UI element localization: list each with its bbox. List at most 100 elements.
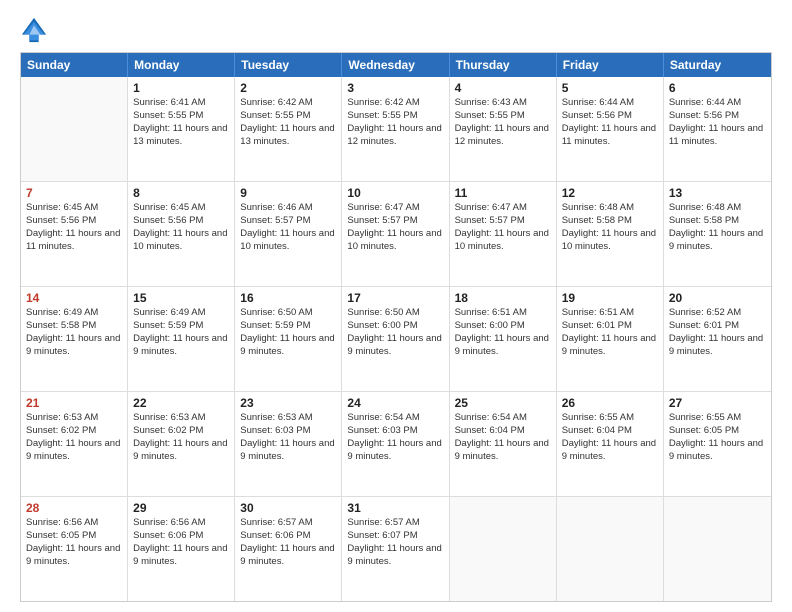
daylight-text: Daylight: 11 hours and 9 minutes. bbox=[455, 438, 551, 464]
daylight-text: Daylight: 11 hours and 12 minutes. bbox=[347, 123, 443, 149]
sunset-text: Sunset: 6:05 PM bbox=[26, 530, 122, 543]
sunset-text: Sunset: 6:05 PM bbox=[669, 425, 766, 438]
sunrise-text: Sunrise: 6:48 AM bbox=[669, 202, 766, 215]
weekday-header-friday: Friday bbox=[557, 53, 664, 77]
sunset-text: Sunset: 5:55 PM bbox=[240, 110, 336, 123]
daylight-text: Daylight: 11 hours and 9 minutes. bbox=[562, 438, 658, 464]
calendar-cell: 21Sunrise: 6:53 AMSunset: 6:02 PMDayligh… bbox=[21, 392, 128, 496]
day-number: 18 bbox=[455, 290, 551, 306]
sunrise-text: Sunrise: 6:42 AM bbox=[347, 97, 443, 110]
sunset-text: Sunset: 5:58 PM bbox=[669, 215, 766, 228]
day-number: 17 bbox=[347, 290, 443, 306]
day-number: 31 bbox=[347, 500, 443, 516]
day-number: 8 bbox=[133, 185, 229, 201]
calendar-cell: 1Sunrise: 6:41 AMSunset: 5:55 PMDaylight… bbox=[128, 77, 235, 181]
calendar-cell: 9Sunrise: 6:46 AMSunset: 5:57 PMDaylight… bbox=[235, 182, 342, 286]
calendar-cell: 5Sunrise: 6:44 AMSunset: 5:56 PMDaylight… bbox=[557, 77, 664, 181]
day-number: 15 bbox=[133, 290, 229, 306]
sunset-text: Sunset: 5:56 PM bbox=[133, 215, 229, 228]
sunset-text: Sunset: 6:01 PM bbox=[562, 320, 658, 333]
calendar-cell: 25Sunrise: 6:54 AMSunset: 6:04 PMDayligh… bbox=[450, 392, 557, 496]
calendar-cell: 7Sunrise: 6:45 AMSunset: 5:56 PMDaylight… bbox=[21, 182, 128, 286]
weekday-header-thursday: Thursday bbox=[450, 53, 557, 77]
sunset-text: Sunset: 5:55 PM bbox=[133, 110, 229, 123]
header bbox=[20, 16, 772, 44]
sunrise-text: Sunrise: 6:56 AM bbox=[133, 517, 229, 530]
day-number: 29 bbox=[133, 500, 229, 516]
calendar-cell: 6Sunrise: 6:44 AMSunset: 5:56 PMDaylight… bbox=[664, 77, 771, 181]
sunrise-text: Sunrise: 6:50 AM bbox=[240, 307, 336, 320]
calendar-cell: 20Sunrise: 6:52 AMSunset: 6:01 PMDayligh… bbox=[664, 287, 771, 391]
sunrise-text: Sunrise: 6:47 AM bbox=[455, 202, 551, 215]
day-number: 2 bbox=[240, 80, 336, 96]
calendar-cell: 18Sunrise: 6:51 AMSunset: 6:00 PMDayligh… bbox=[450, 287, 557, 391]
sunrise-text: Sunrise: 6:57 AM bbox=[240, 517, 336, 530]
daylight-text: Daylight: 11 hours and 9 minutes. bbox=[240, 438, 336, 464]
sunset-text: Sunset: 6:04 PM bbox=[562, 425, 658, 438]
calendar-cell bbox=[450, 497, 557, 601]
sunrise-text: Sunrise: 6:50 AM bbox=[347, 307, 443, 320]
daylight-text: Daylight: 11 hours and 11 minutes. bbox=[562, 123, 658, 149]
daylight-text: Daylight: 11 hours and 11 minutes. bbox=[26, 228, 122, 254]
weekday-header-sunday: Sunday bbox=[21, 53, 128, 77]
daylight-text: Daylight: 11 hours and 10 minutes. bbox=[562, 228, 658, 254]
calendar-row-4: 28Sunrise: 6:56 AMSunset: 6:05 PMDayligh… bbox=[21, 497, 771, 601]
calendar-cell: 26Sunrise: 6:55 AMSunset: 6:04 PMDayligh… bbox=[557, 392, 664, 496]
calendar-cell: 28Sunrise: 6:56 AMSunset: 6:05 PMDayligh… bbox=[21, 497, 128, 601]
sunset-text: Sunset: 6:03 PM bbox=[240, 425, 336, 438]
calendar-cell: 12Sunrise: 6:48 AMSunset: 5:58 PMDayligh… bbox=[557, 182, 664, 286]
daylight-text: Daylight: 11 hours and 9 minutes. bbox=[669, 333, 766, 359]
sunset-text: Sunset: 5:57 PM bbox=[240, 215, 336, 228]
sunrise-text: Sunrise: 6:51 AM bbox=[455, 307, 551, 320]
day-number: 26 bbox=[562, 395, 658, 411]
day-number: 14 bbox=[26, 290, 122, 306]
daylight-text: Daylight: 11 hours and 9 minutes. bbox=[133, 438, 229, 464]
daylight-text: Daylight: 11 hours and 9 minutes. bbox=[455, 333, 551, 359]
daylight-text: Daylight: 11 hours and 9 minutes. bbox=[240, 543, 336, 569]
sunrise-text: Sunrise: 6:51 AM bbox=[562, 307, 658, 320]
calendar-row-1: 7Sunrise: 6:45 AMSunset: 5:56 PMDaylight… bbox=[21, 182, 771, 287]
day-number: 1 bbox=[133, 80, 229, 96]
calendar-cell: 22Sunrise: 6:53 AMSunset: 6:02 PMDayligh… bbox=[128, 392, 235, 496]
day-number: 12 bbox=[562, 185, 658, 201]
daylight-text: Daylight: 11 hours and 9 minutes. bbox=[26, 438, 122, 464]
daylight-text: Daylight: 11 hours and 9 minutes. bbox=[562, 333, 658, 359]
sunrise-text: Sunrise: 6:44 AM bbox=[669, 97, 766, 110]
daylight-text: Daylight: 11 hours and 10 minutes. bbox=[240, 228, 336, 254]
sunrise-text: Sunrise: 6:46 AM bbox=[240, 202, 336, 215]
daylight-text: Daylight: 11 hours and 9 minutes. bbox=[347, 333, 443, 359]
sunset-text: Sunset: 5:59 PM bbox=[240, 320, 336, 333]
calendar-cell bbox=[557, 497, 664, 601]
sunset-text: Sunset: 5:56 PM bbox=[669, 110, 766, 123]
calendar-cell: 15Sunrise: 6:49 AMSunset: 5:59 PMDayligh… bbox=[128, 287, 235, 391]
day-number: 23 bbox=[240, 395, 336, 411]
calendar-cell: 10Sunrise: 6:47 AMSunset: 5:57 PMDayligh… bbox=[342, 182, 449, 286]
daylight-text: Daylight: 11 hours and 9 minutes. bbox=[669, 438, 766, 464]
page: SundayMondayTuesdayWednesdayThursdayFrid… bbox=[0, 0, 792, 612]
sunrise-text: Sunrise: 6:53 AM bbox=[240, 412, 336, 425]
daylight-text: Daylight: 11 hours and 10 minutes. bbox=[133, 228, 229, 254]
day-number: 4 bbox=[455, 80, 551, 96]
sunset-text: Sunset: 6:07 PM bbox=[347, 530, 443, 543]
sunrise-text: Sunrise: 6:49 AM bbox=[26, 307, 122, 320]
sunset-text: Sunset: 5:57 PM bbox=[347, 215, 443, 228]
day-number: 3 bbox=[347, 80, 443, 96]
day-number: 13 bbox=[669, 185, 766, 201]
sunrise-text: Sunrise: 6:55 AM bbox=[669, 412, 766, 425]
calendar-cell: 31Sunrise: 6:57 AMSunset: 6:07 PMDayligh… bbox=[342, 497, 449, 601]
weekday-header-tuesday: Tuesday bbox=[235, 53, 342, 77]
sunset-text: Sunset: 6:01 PM bbox=[669, 320, 766, 333]
calendar-row-0: 1Sunrise: 6:41 AMSunset: 5:55 PMDaylight… bbox=[21, 77, 771, 182]
sunset-text: Sunset: 6:02 PM bbox=[133, 425, 229, 438]
sunrise-text: Sunrise: 6:47 AM bbox=[347, 202, 443, 215]
sunrise-text: Sunrise: 6:54 AM bbox=[455, 412, 551, 425]
calendar-cell: 24Sunrise: 6:54 AMSunset: 6:03 PMDayligh… bbox=[342, 392, 449, 496]
calendar-cell: 30Sunrise: 6:57 AMSunset: 6:06 PMDayligh… bbox=[235, 497, 342, 601]
daylight-text: Daylight: 11 hours and 9 minutes. bbox=[26, 333, 122, 359]
calendar-cell: 19Sunrise: 6:51 AMSunset: 6:01 PMDayligh… bbox=[557, 287, 664, 391]
day-number: 22 bbox=[133, 395, 229, 411]
sunrise-text: Sunrise: 6:55 AM bbox=[562, 412, 658, 425]
day-number: 24 bbox=[347, 395, 443, 411]
sunset-text: Sunset: 6:02 PM bbox=[26, 425, 122, 438]
daylight-text: Daylight: 11 hours and 11 minutes. bbox=[669, 123, 766, 149]
